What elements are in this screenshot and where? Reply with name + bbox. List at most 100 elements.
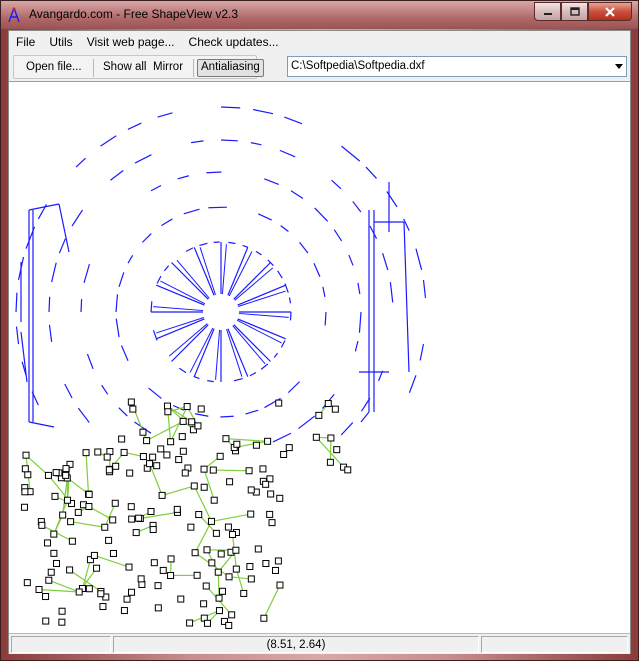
drawing-arc-segment xyxy=(220,415,234,418)
drawing-node xyxy=(129,405,137,413)
mirror-button[interactable]: Mirror xyxy=(149,59,187,77)
toolbar-button-group: Open file... Show all Mirror Antialiasin… xyxy=(13,55,264,79)
maximize-button[interactable] xyxy=(561,2,588,21)
drawing-arc-segment xyxy=(118,407,128,417)
drawing-node xyxy=(260,614,268,622)
drawing-node xyxy=(135,514,143,522)
drawing-node xyxy=(127,398,135,406)
drawing-node xyxy=(210,496,218,504)
drawing-node xyxy=(197,405,205,413)
drawing-node xyxy=(190,482,198,490)
drawing-node xyxy=(109,516,117,524)
drawing-node xyxy=(51,492,59,500)
drawing-arc-segment xyxy=(389,282,394,303)
drawing-node xyxy=(203,619,211,627)
drawing-arc-segment xyxy=(58,238,67,254)
drawing-node xyxy=(101,523,109,531)
drawing-link xyxy=(81,559,92,589)
file-path-value: C:\Softpedia\Softpedia.dxf xyxy=(291,60,425,72)
drawing-arc-segment xyxy=(255,250,262,256)
drawing-arc-segment xyxy=(357,282,361,295)
drawing-node xyxy=(35,586,43,594)
drawing-arc-segment xyxy=(150,301,153,313)
drawing-node xyxy=(232,565,240,573)
title-bar[interactable]: Avangardo.com - Free ShapeView v2.3 xyxy=(1,1,638,29)
toolbar: Open file... Show all Mirror Antialiasin… xyxy=(9,54,630,80)
open-file-button[interactable]: Open file... xyxy=(22,59,86,77)
minimize-button[interactable] xyxy=(534,2,561,21)
drawing-arc-segment xyxy=(199,242,208,247)
drawing-node xyxy=(153,462,161,470)
drawing-link xyxy=(263,584,281,619)
drawing-node xyxy=(191,549,199,557)
drawing-arc-segment xyxy=(64,383,73,399)
drawing-node xyxy=(123,595,131,603)
drawing-link xyxy=(104,503,116,528)
show-all-button[interactable]: Show all xyxy=(99,59,150,77)
chevron-down-icon[interactable] xyxy=(615,64,623,69)
drawing-arc-segment xyxy=(220,139,238,142)
drawing-node xyxy=(154,582,162,590)
drawing-node xyxy=(267,490,275,498)
drawing-node xyxy=(200,483,208,491)
drawing-node xyxy=(139,428,147,436)
drawing-arc-segment xyxy=(163,265,170,272)
drawing-link xyxy=(211,513,251,522)
drawing-arc-segment xyxy=(134,154,152,164)
menu-file[interactable]: File xyxy=(9,35,42,49)
drawing-arc-segment xyxy=(408,375,417,393)
antialiasing-toggle[interactable]: Antialiasing xyxy=(197,59,264,77)
drawing-arc-segment xyxy=(51,262,57,283)
drawing-node xyxy=(331,405,339,413)
drawing-node xyxy=(52,559,60,567)
drawing-node xyxy=(333,446,341,454)
drawing-arc-segment xyxy=(245,409,259,415)
drawing-node xyxy=(85,585,93,593)
drawing-node xyxy=(200,465,208,473)
drawing-node xyxy=(22,451,30,459)
drawing-node xyxy=(125,563,133,571)
drawing-node xyxy=(58,618,66,626)
client-area: File Utils Visit web page... Check updat… xyxy=(8,30,631,654)
drawing-node xyxy=(150,559,158,567)
close-button[interactable] xyxy=(588,2,632,21)
drawing-node xyxy=(62,471,70,479)
drawing-node xyxy=(167,438,175,446)
drawing-node xyxy=(226,478,234,486)
menu-visit-web-page[interactable]: Visit web page... xyxy=(80,35,182,49)
drawing-arc-segment xyxy=(86,353,94,370)
drawing-node xyxy=(62,465,70,473)
drawing-node xyxy=(252,441,260,449)
drawing-node xyxy=(120,448,128,456)
drawing-node xyxy=(276,494,284,502)
drawing-node xyxy=(276,581,284,589)
drawing-arc-segment xyxy=(100,135,117,147)
drawing-arc-segment xyxy=(298,415,316,430)
drawing-arc-segment xyxy=(287,381,301,394)
drawing-arc-segment xyxy=(365,166,377,179)
drawing-node xyxy=(75,588,83,596)
drawing-node xyxy=(52,469,60,477)
drawing-arc-segment xyxy=(185,247,194,252)
file-path-dropdown[interactable]: C:\Softpedia\Softpedia.dxf xyxy=(287,56,627,77)
menu-utils[interactable]: Utils xyxy=(42,35,79,49)
drawing-node xyxy=(44,539,52,547)
drawing-node xyxy=(137,575,145,583)
drawing-arc-segment xyxy=(354,340,359,352)
drawing-arc-segment xyxy=(280,340,286,348)
dxf-drawing[interactable] xyxy=(9,82,630,633)
drawing-node xyxy=(138,580,146,588)
drawing-spoke xyxy=(232,325,266,365)
status-pane-right xyxy=(481,636,628,653)
drawing-node xyxy=(163,451,171,459)
menu-bar: File Utils Visit web page... Check updat… xyxy=(9,31,630,53)
drawing-node xyxy=(224,523,232,531)
menu-check-updates[interactable]: Check updates... xyxy=(182,35,286,49)
compass-icon xyxy=(8,7,20,23)
drawing-arc-segment xyxy=(220,106,241,109)
drawing-canvas[interactable] xyxy=(9,81,630,633)
drawing-arc-segment xyxy=(369,225,378,239)
drawing-link xyxy=(140,511,178,520)
drawing-node xyxy=(178,433,186,441)
drawing-link xyxy=(161,485,195,496)
